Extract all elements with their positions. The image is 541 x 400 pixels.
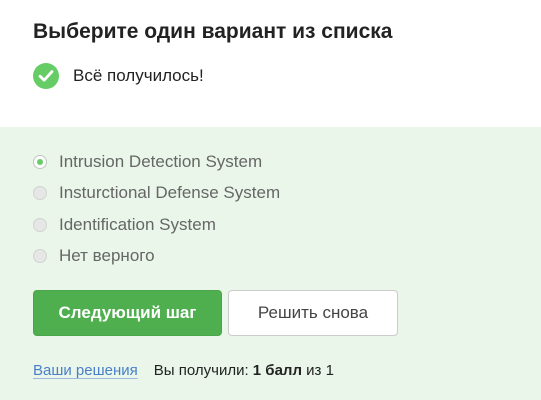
radio-button-selected[interactable]	[33, 154, 47, 169]
question-header: Выберите один вариант из списка Всё полу…	[0, 0, 541, 127]
next-step-button[interactable]: Следующий шаг	[33, 290, 222, 336]
score-text: Вы получили: 1 балл из 1	[154, 362, 334, 379]
options-list: Intrusion Detection System Insturctional…	[33, 146, 541, 272]
action-buttons: Следующий шаг Решить снова	[33, 290, 541, 336]
radio-dot-icon	[37, 158, 43, 165]
result-footer: Ваши решения Вы получили: 1 балл из 1	[33, 362, 541, 379]
answer-area: Intrusion Detection System Insturctional…	[0, 127, 541, 400]
option-label: Insturctional Defense System	[59, 183, 281, 203]
option-item[interactable]: Intrusion Detection System	[33, 146, 541, 178]
score-suffix: из 1	[301, 362, 334, 379]
solutions-link[interactable]: Ваши решения	[33, 362, 138, 379]
step-page: Выберите один вариант из списка Всё полу…	[0, 0, 541, 400]
radio-button[interactable]	[33, 249, 47, 264]
check-circle-icon	[33, 63, 59, 89]
retry-button[interactable]: Решить снова	[228, 290, 398, 336]
option-label: Identification System	[59, 214, 216, 234]
success-message: Всё получилось!	[73, 66, 204, 85]
score-value: 1 балл	[252, 362, 302, 379]
option-item[interactable]: Нет верного	[33, 241, 541, 273]
radio-button[interactable]	[33, 217, 47, 232]
success-status: Всё получилось!	[33, 63, 541, 89]
option-label: Intrusion Detection System	[59, 151, 263, 171]
option-item[interactable]: Insturctional Defense System	[33, 178, 541, 210]
option-item[interactable]: Identification System	[33, 209, 541, 241]
option-label: Нет верного	[59, 246, 155, 266]
radio-button[interactable]	[33, 186, 47, 201]
score-prefix: Вы получили:	[153, 362, 253, 379]
question-title: Выберите один вариант из списка	[33, 20, 393, 43]
